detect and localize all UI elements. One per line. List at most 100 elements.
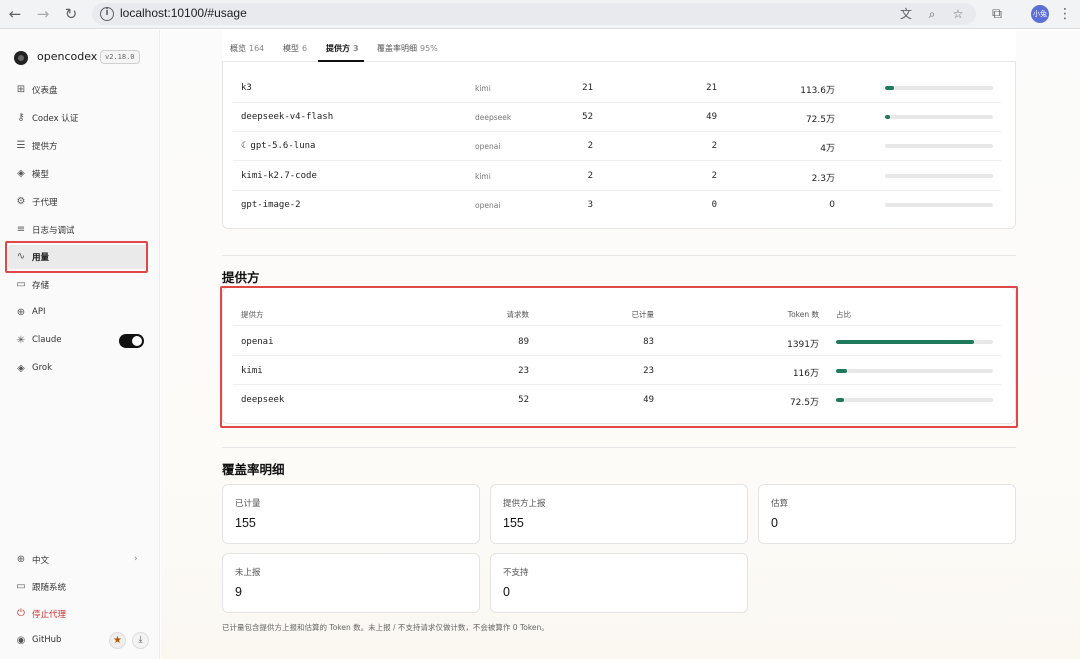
stat-card-estimated: 估算 0 <box>758 484 1016 544</box>
model-requests: 52 <box>582 112 593 122</box>
model-provider: kimi <box>475 84 491 93</box>
model-provider: openai <box>475 142 501 151</box>
model-requests: 3 <box>587 200 593 210</box>
forward-arrow-icon[interactable]: → <box>34 5 52 23</box>
section-divider <box>222 447 1016 448</box>
section-divider <box>222 255 1016 256</box>
address-bar[interactable]: i localhost:10100/#usage 文 ⌕ ☆ <box>92 3 976 25</box>
stop-proxy-button[interactable]: ⏻ 停止代理 <box>8 602 148 626</box>
version-badge: v2.18.0 <box>100 50 140 64</box>
sidebar-item-claude[interactable]: ✳ Claude <box>8 329 148 353</box>
tab-label: 模型 <box>283 44 299 53</box>
model-counted: 2 <box>711 141 717 151</box>
site-info-icon[interactable]: i <box>100 7 114 21</box>
monitor-icon: ▭ <box>16 581 26 592</box>
stat-card-unreported: 未上报 9 <box>222 553 480 613</box>
brand-logo-icon <box>14 51 28 65</box>
sidebar-item-grok[interactable]: ◈ Grok <box>8 357 148 381</box>
zoom-icon[interactable]: ⌕ <box>924 6 940 22</box>
power-icon: ⏻ <box>17 608 25 619</box>
model-tokens: 72.5万 <box>805 115 835 125</box>
tab-providers[interactable]: 提供方 3 <box>326 43 359 54</box>
claude-toggle[interactable] <box>119 334 144 348</box>
sidebar-item-label: 日志与调试 <box>32 226 75 236</box>
model-requests: 2 <box>587 171 593 181</box>
sidebar-item-subagents[interactable]: ⚙ 子代理 <box>8 190 148 214</box>
stat-label: 已计量 <box>235 499 261 509</box>
model-counted: 2 <box>711 171 717 181</box>
brand-name: opencodex <box>37 50 98 63</box>
back-arrow-icon[interactable]: ← <box>6 5 24 23</box>
sidebar-item-label: 子代理 <box>32 198 58 208</box>
stat-card-provider-reported: 提供方上报 155 <box>490 484 748 544</box>
model-tokens: 4万 <box>820 144 835 154</box>
github-link[interactable]: ◉ GitHub ★ ⤓ <box>8 629 149 653</box>
sidebar-item-providers[interactable]: ☰ 提供方 <box>8 134 148 158</box>
model-provider: deepseek <box>475 113 512 122</box>
star-icon[interactable]: ★ <box>109 632 126 649</box>
tab-count: 3 <box>353 44 359 53</box>
table-row: ☾ gpt-5.6-luna openai 2 2 4万 <box>233 132 1001 161</box>
extensions-icon[interactable]: ⧉ <box>988 5 1006 23</box>
sparkle-icon: ✳ <box>16 335 26 346</box>
stat-label: 提供方上报 <box>503 499 546 509</box>
stat-value: 0 <box>503 585 510 599</box>
model-counted: 49 <box>706 112 717 122</box>
stat-label: 不支持 <box>503 568 529 578</box>
providers-section-title: 提供方 <box>222 270 260 285</box>
sidebar-item-logs[interactable]: ≡ 日志与调试 <box>8 218 148 242</box>
model-tokens: 2.3万 <box>811 174 835 184</box>
sidebar-item-api[interactable]: ⊕ API <box>8 301 148 325</box>
model-provider: openai <box>475 201 501 210</box>
tab-label: 覆盖率明细 <box>377 44 417 53</box>
sidebar-item-label: 存储 <box>32 281 50 291</box>
model-name: deepseek-v4-flash <box>241 112 334 122</box>
tab-coverage[interactable]: 覆盖率明细 95% <box>377 43 438 54</box>
share-bar-track <box>885 86 993 90</box>
table-row: kimi-k2.7-code kimi 2 2 2.3万 <box>233 162 1001 191</box>
url-text[interactable]: localhost:10100/#usage <box>120 6 247 20</box>
grid-icon: ⊞ <box>16 84 26 95</box>
model-requests: 2 <box>587 141 593 151</box>
stat-value: 155 <box>503 516 524 530</box>
sidebar-item-dashboard[interactable]: ⊞ 仪表盘 <box>8 78 148 102</box>
language-label: 中文 <box>32 556 50 566</box>
browser-menu-icon[interactable]: ⋮ <box>1058 5 1072 23</box>
list-icon: ≡ <box>16 224 26 235</box>
model-name: gpt-image-2 <box>241 200 301 210</box>
brand[interactable]: opencodex v2.18.0 <box>14 48 154 68</box>
translate-icon[interactable]: 文 <box>898 6 914 22</box>
stat-value: 9 <box>235 585 242 599</box>
download-icon[interactable]: ⤓ <box>132 632 149 649</box>
sidebar-item-label: Codex 认证 <box>32 114 79 124</box>
sidebar-item-models[interactable]: ◈ 模型 <box>8 162 148 186</box>
bookmark-star-icon[interactable]: ☆ <box>950 6 966 22</box>
highlight-outline <box>5 241 148 273</box>
usage-tabs: 概览 164 模型 6 提供方 3 覆盖率明细 95% <box>222 30 1016 62</box>
language-selector[interactable]: ⊕ 中文 › <box>8 548 148 572</box>
browser-toolbar: ← → ↻ i localhost:10100/#usage 文 ⌕ ☆ ⧉ 小… <box>0 0 1080 29</box>
stat-label: 估算 <box>771 499 789 509</box>
sidebar-item-storage[interactable]: ▭ 存储 <box>8 273 148 297</box>
theme-selector[interactable]: ▭ 跟随系统 <box>8 575 148 599</box>
share-bar-track <box>885 144 993 148</box>
model-name-cell: ☾ gpt-5.6-luna <box>241 141 315 151</box>
theme-label: 跟随系统 <box>32 583 67 593</box>
tab-count: 95% <box>420 44 438 53</box>
share-bar-track <box>885 174 993 178</box>
table-row: k3 kimi 21 21 113.6万 <box>233 74 1001 103</box>
share-bar-fill <box>885 115 891 119</box>
share-bar-track <box>885 203 993 207</box>
model-tokens: 113.6万 <box>800 86 835 96</box>
tab-overview[interactable]: 概览 164 <box>230 43 264 54</box>
reload-icon[interactable]: ↻ <box>62 5 80 23</box>
stop-proxy-label: 停止代理 <box>32 610 67 620</box>
moon-icon: ☾ <box>241 141 247 151</box>
sidebar-item-codex-auth[interactable]: ⚷ Codex 认证 <box>8 106 148 130</box>
tab-models[interactable]: 模型 6 <box>283 43 307 54</box>
profile-avatar[interactable]: 小兔 <box>1031 5 1049 23</box>
share-bar-fill <box>885 86 894 90</box>
stat-card-metered: 已计量 155 <box>222 484 480 544</box>
share-bar-track <box>885 115 993 119</box>
tab-label: 提供方 <box>326 44 350 53</box>
